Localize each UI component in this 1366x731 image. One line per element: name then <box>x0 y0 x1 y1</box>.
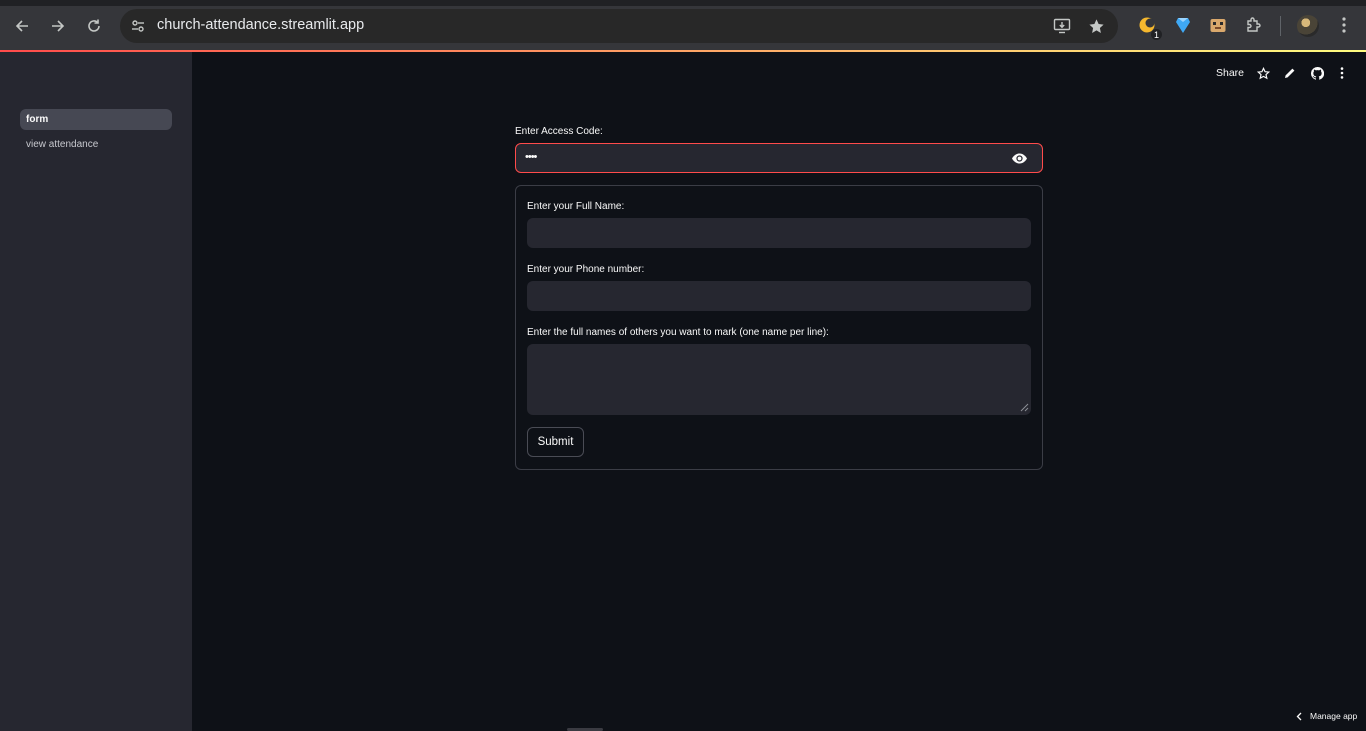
extension-icon-1[interactable]: 1 <box>1136 14 1162 40</box>
full-name-label: Enter your Full Name: <box>527 201 625 212</box>
extension-icon-2[interactable] <box>1172 14 1194 36</box>
forward-button[interactable] <box>46 14 70 38</box>
extensions-puzzle-icon[interactable] <box>1243 14 1265 36</box>
extension-badge: 1 <box>1151 29 1162 40</box>
sidebar-item-view-attendance[interactable]: view attendance <box>20 134 172 155</box>
arrow-left-icon <box>15 20 28 32</box>
access-code-label: Enter Access Code: <box>515 126 603 137</box>
chevron-left-icon <box>1296 712 1302 720</box>
manage-app-label: Manage app <box>1310 711 1358 721</box>
install-app-icon[interactable] <box>1052 16 1072 36</box>
bookmark-star-icon[interactable] <box>1086 16 1106 36</box>
phone-label: Enter your Phone number: <box>527 264 645 275</box>
others-names-label: Enter the full names of others you want … <box>527 327 829 338</box>
github-icon[interactable] <box>1309 65 1325 81</box>
sidebar-item-form[interactable]: form <box>20 109 172 130</box>
access-code-value: •••• <box>525 151 537 163</box>
submit-button[interactable]: Submit <box>527 427 584 457</box>
sidebar-item-label: form <box>26 114 49 125</box>
full-name-input[interactable] <box>527 218 1031 248</box>
url-text: church-attendance.streamlit.app <box>157 17 365 33</box>
browser-toolbar: church-attendance.streamlit.app 1 <box>0 0 1366 50</box>
textarea-resize-icon[interactable] <box>1020 403 1029 412</box>
extension-icon-3[interactable] <box>1207 14 1229 36</box>
site-settings-icon[interactable] <box>128 16 148 36</box>
browser-menu-icon[interactable] <box>1333 14 1355 36</box>
profile-avatar[interactable] <box>1297 15 1319 37</box>
edit-pencil-icon[interactable] <box>1282 65 1298 81</box>
arrow-right-icon <box>52 20 65 32</box>
toolbar-separator <box>1280 16 1281 36</box>
share-button[interactable]: Share <box>1216 67 1244 79</box>
phone-input[interactable] <box>527 281 1031 311</box>
access-code-input[interactable]: •••• <box>515 143 1043 173</box>
show-password-eye-icon[interactable] <box>1010 150 1028 166</box>
address-bar[interactable]: church-attendance.streamlit.app <box>120 9 1118 43</box>
header-decoration <box>0 50 1366 52</box>
app-menu-icon[interactable] <box>1334 65 1350 81</box>
back-button[interactable] <box>10 14 34 38</box>
reload-icon <box>88 19 100 32</box>
star-icon[interactable] <box>1255 65 1271 81</box>
reload-button[interactable] <box>82 14 106 38</box>
others-names-textarea[interactable] <box>527 344 1031 415</box>
tab-strip <box>0 0 1366 6</box>
sidebar-item-label: view attendance <box>26 139 99 150</box>
manage-app-button[interactable]: Manage app <box>1296 711 1357 721</box>
